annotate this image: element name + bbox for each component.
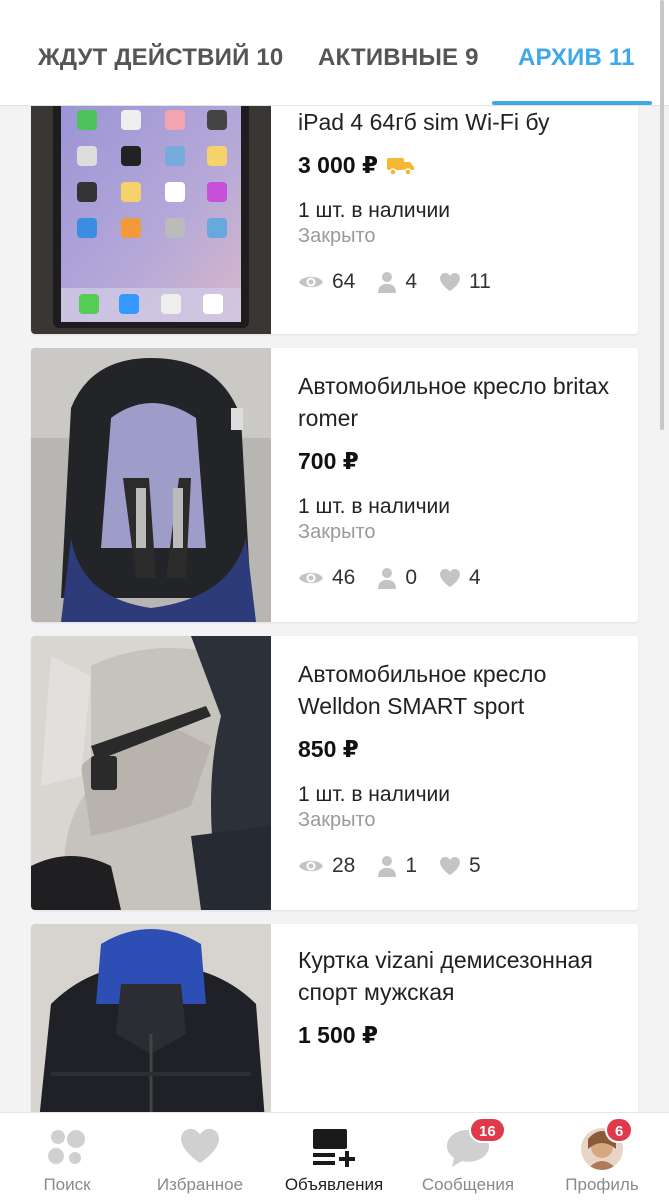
profile-badge: 6 bbox=[605, 1117, 634, 1143]
tab-active-indicator bbox=[492, 101, 652, 105]
nav-search[interactable]: Поиск bbox=[0, 1113, 134, 1200]
nav-label: Поиск bbox=[43, 1175, 91, 1194]
listing-title[interactable]: Автомобильное кресло britax romer bbox=[298, 370, 622, 434]
person-icon bbox=[378, 568, 397, 589]
heart-icon bbox=[440, 857, 461, 875]
person-icon bbox=[378, 856, 397, 877]
nav-label: Избранное bbox=[156, 1175, 244, 1194]
tab-bar: ЖДУТ ДЕЙСТВИЙ 10 АКТИВНЫЕ 9 АРХИВ 11 bbox=[0, 0, 669, 106]
listing-card[interactable]: Автомобильное кресло britax romer 700 ₽ … bbox=[31, 348, 638, 622]
heart-icon bbox=[440, 569, 461, 587]
views-stat: 28 bbox=[298, 854, 355, 878]
search-dots-icon bbox=[45, 1127, 89, 1172]
tab-archive[interactable]: АРХИВ 11 bbox=[518, 44, 635, 72]
nav-label: Объявления bbox=[284, 1175, 384, 1194]
listing-card[interactable]: Автомобильное кресло Welldon SMART sport… bbox=[31, 636, 638, 910]
listing-price: 850 ₽ bbox=[298, 736, 359, 762]
listing-info: Куртка vizani демисезонная спорт мужская… bbox=[298, 944, 622, 1049]
nav-label: Профиль bbox=[565, 1175, 639, 1194]
listing-stats: 46 0 4 bbox=[298, 566, 622, 590]
eye-icon bbox=[299, 276, 323, 288]
listing-photo[interactable] bbox=[31, 636, 271, 910]
eye-icon bbox=[299, 572, 323, 584]
listing-stats: 64 4 11 bbox=[298, 270, 622, 294]
nav-profile[interactable]: 6 Профиль bbox=[535, 1113, 669, 1200]
listing-title[interactable]: Куртка vizani демисезонная спорт мужская bbox=[298, 944, 622, 1008]
listing-info: Автомобильное кресло britax romer 700 ₽ … bbox=[298, 370, 622, 590]
truck-icon bbox=[386, 155, 416, 177]
listing-status: Закрыто bbox=[298, 809, 376, 831]
bottom-nav: Поиск Избранное Объявления 16 Сообщения bbox=[0, 1112, 669, 1200]
scrollbar[interactable] bbox=[660, 0, 664, 430]
listing-info: Автомобильное кресло Welldon SMART sport… bbox=[298, 658, 622, 878]
heart-icon bbox=[440, 273, 461, 291]
likes-stat: 4 bbox=[439, 566, 481, 590]
nav-favorites[interactable]: Избранное bbox=[133, 1113, 267, 1200]
heart-icon bbox=[179, 1127, 221, 1170]
listing-stock: 1 шт. в наличии bbox=[298, 783, 450, 806]
nav-label: Сообщения bbox=[421, 1175, 515, 1194]
listing-stock: 1 шт. в наличии bbox=[298, 495, 450, 518]
views-stat: 64 bbox=[298, 270, 355, 294]
listing-status: Закрыто bbox=[298, 225, 376, 247]
listing-card[interactable]: iPad 4 64гб sim Wi-Fi бу 3 000 ₽ 1 шт. в… bbox=[31, 106, 638, 334]
listing-photo[interactable] bbox=[31, 106, 271, 334]
listing-price: 1 500 ₽ bbox=[298, 1022, 378, 1048]
listings-add-icon bbox=[311, 1127, 357, 1174]
contacts-stat: 4 bbox=[377, 270, 417, 294]
nav-listings[interactable]: Объявления bbox=[267, 1113, 401, 1200]
listing-photo[interactable] bbox=[31, 924, 271, 1112]
listing-price: 3 000 ₽ bbox=[298, 152, 378, 178]
listing-photo[interactable] bbox=[31, 348, 271, 622]
tab-active[interactable]: АКТИВНЫЕ 9 bbox=[318, 44, 479, 72]
listing-stock: 1 шт. в наличии bbox=[298, 199, 450, 222]
nav-messages[interactable]: 16 Сообщения bbox=[401, 1113, 535, 1200]
person-icon bbox=[378, 272, 397, 293]
eye-icon bbox=[299, 860, 323, 872]
messages-badge: 16 bbox=[469, 1117, 506, 1143]
likes-stat: 5 bbox=[439, 854, 481, 878]
listing-stats: 28 1 5 bbox=[298, 854, 622, 878]
contacts-stat: 1 bbox=[377, 854, 417, 878]
listing-card[interactable]: Куртка vizani демисезонная спорт мужская… bbox=[31, 924, 638, 1112]
listing-price: 700 ₽ bbox=[298, 448, 359, 474]
listing-title[interactable]: Автомобильное кресло Welldon SMART sport bbox=[298, 658, 622, 722]
contacts-stat: 0 bbox=[377, 566, 417, 590]
tab-pending[interactable]: ЖДУТ ДЕЙСТВИЙ 10 bbox=[38, 44, 284, 72]
listing-status: Закрыто bbox=[298, 521, 376, 543]
listing-info: iPad 4 64гб sim Wi-Fi бу 3 000 ₽ 1 шт. в… bbox=[298, 106, 622, 294]
likes-stat: 11 bbox=[439, 270, 491, 294]
listing-list: iPad 4 64гб sim Wi-Fi бу 3 000 ₽ 1 шт. в… bbox=[0, 106, 669, 1112]
views-stat: 46 bbox=[298, 566, 355, 590]
listing-title[interactable]: iPad 4 64гб sim Wi-Fi бу bbox=[298, 106, 622, 138]
